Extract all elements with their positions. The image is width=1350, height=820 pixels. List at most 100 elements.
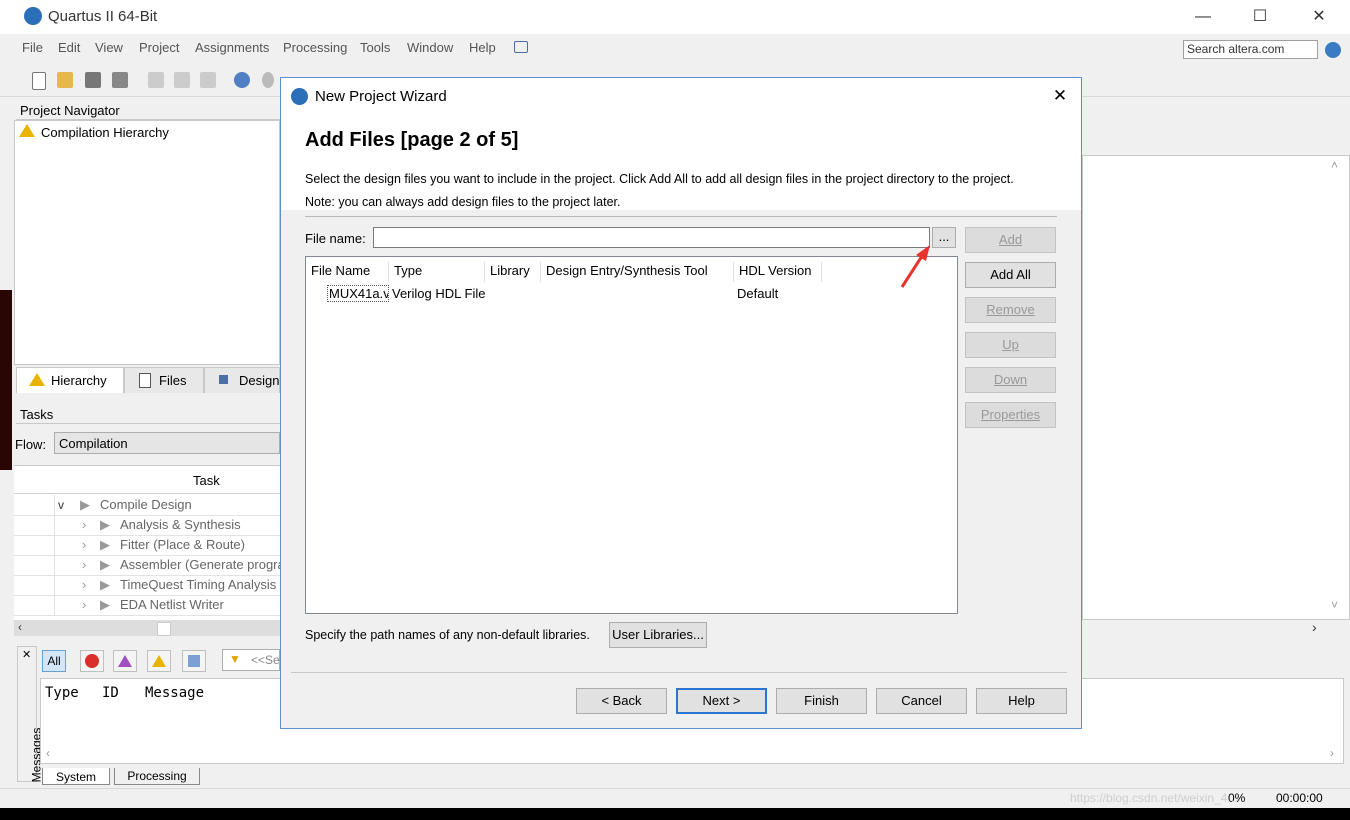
globe-icon[interactable] <box>1325 42 1341 58</box>
expand-chevron-icon[interactable]: › <box>82 515 86 535</box>
task-scrollbar[interactable] <box>14 620 280 636</box>
message-column-id: ID <box>102 685 119 701</box>
message-column-message: Message <box>145 685 205 701</box>
left-frame-edge <box>0 290 12 470</box>
message-column-type: Type <box>45 685 79 701</box>
paste-icon[interactable] <box>200 72 216 88</box>
scroll-left-icon[interactable]: ‹ <box>18 620 22 634</box>
col-hdl-version[interactable]: HDL Version <box>734 262 822 282</box>
properties-button[interactable]: Properties <box>965 402 1056 428</box>
maximize-button[interactable]: ☐ <box>1237 0 1283 34</box>
tab-processing[interactable]: Processing <box>114 768 200 785</box>
close-window-button[interactable]: ✕ <box>1296 0 1342 34</box>
search-input[interactable]: Search altera.com <box>1183 40 1318 59</box>
scroll-thumb[interactable] <box>157 622 171 636</box>
tab-label: Hierarchy <box>51 373 107 388</box>
user-libraries-button[interactable]: User Libraries... <box>609 622 707 648</box>
files-icon <box>139 373 151 388</box>
title-bar <box>0 0 1350 34</box>
expand-chevron-icon[interactable]: › <box>82 595 86 615</box>
redo-icon[interactable] <box>262 72 274 88</box>
expand-chevron-icon[interactable]: › <box>82 555 86 575</box>
save-all-icon[interactable] <box>112 72 128 88</box>
scroll-right-icon[interactable]: › <box>1312 619 1317 635</box>
copy-icon[interactable] <box>174 72 190 88</box>
scroll-up-icon[interactable]: ˄ <box>1331 158 1338 172</box>
cancel-button[interactable]: Cancel <box>876 688 967 714</box>
help-button[interactable]: Help <box>976 688 1067 714</box>
menu-help[interactable]: Help <box>469 40 496 55</box>
menu-assignments[interactable]: Assignments <box>195 40 269 55</box>
expand-chevron-icon[interactable]: › <box>82 575 86 595</box>
filter-error-icon[interactable] <box>80 650 104 672</box>
expand-chevron-icon[interactable]: › <box>82 535 86 555</box>
task-row-timequest[interactable]: › ▶ TimeQuest Timing Analysis <box>14 575 280 596</box>
dialog-close-button[interactable]: ✕ <box>1047 84 1073 108</box>
annotation-arrow <box>900 245 930 288</box>
collapse-chevron-icon[interactable]: v <box>58 495 64 515</box>
task-label: Analysis & Synthesis <box>120 517 241 532</box>
col-design-entry-tool[interactable]: Design Entry/Synthesis Tool <box>541 262 734 282</box>
play-icon[interactable]: ▶ <box>100 515 110 535</box>
tab-system[interactable]: System <box>42 768 110 785</box>
col-file-name[interactable]: File Name <box>306 262 389 282</box>
remove-button[interactable]: Remove <box>965 297 1056 323</box>
menu-tools[interactable]: Tools <box>360 40 390 55</box>
menu-file[interactable]: File <box>22 40 43 55</box>
filter-suppressed-icon[interactable] <box>182 650 206 672</box>
close-messages-icon[interactable]: ✕ <box>22 648 31 661</box>
play-icon[interactable]: ▶ <box>80 495 90 515</box>
minimize-button[interactable]: — <box>1180 0 1226 34</box>
up-button[interactable]: Up <box>965 332 1056 358</box>
table-row[interactable]: MUX41a.v Verilog HDL File Default <box>306 283 957 305</box>
filter-warning-icon[interactable] <box>147 650 171 672</box>
new-file-icon[interactable] <box>32 72 46 90</box>
play-icon[interactable]: ▶ <box>100 555 110 575</box>
play-icon[interactable]: ▶ <box>100 595 110 615</box>
tab-label: Design <box>239 373 280 388</box>
menu-edit[interactable]: Edit <box>58 40 80 55</box>
tab-files[interactable]: Files <box>124 367 204 393</box>
task-row-eda-netlist[interactable]: › ▶ EDA Netlist Writer <box>14 595 280 616</box>
filter-all-button[interactable]: All <box>42 650 66 672</box>
finish-button[interactable]: Finish <box>776 688 867 714</box>
cut-icon[interactable] <box>148 72 164 88</box>
next-button[interactable]: Next > <box>676 688 767 714</box>
messages-scroll-right-icon[interactable]: › <box>1330 746 1334 760</box>
row-type: Verilog HDL File <box>392 286 486 301</box>
files-table: File Name Type Library Design Entry/Synt… <box>305 256 958 614</box>
file-name-input[interactable] <box>373 227 930 248</box>
menu-processing[interactable]: Processing <box>283 40 347 55</box>
warning-icon <box>19 124 35 137</box>
help-chat-icon[interactable] <box>514 41 528 53</box>
message-search-input[interactable]: ▼ <<Se <box>222 649 280 671</box>
compilation-hierarchy-item[interactable]: Compilation Hierarchy <box>41 125 169 140</box>
task-row-fitter[interactable]: › ▶ Fitter (Place & Route) <box>14 535 280 556</box>
task-row-compile-design[interactable]: v ▶ Compile Design <box>14 495 280 516</box>
menu-project[interactable]: Project <box>139 40 179 55</box>
open-folder-icon[interactable] <box>57 72 73 88</box>
undo-icon[interactable] <box>234 72 250 88</box>
task-row-assembler[interactable]: › ▶ Assembler (Generate progra <box>14 555 280 576</box>
menu-window[interactable]: Window <box>407 40 453 55</box>
bottom-frame <box>0 808 1350 820</box>
tab-design[interactable]: Design <box>204 367 280 393</box>
add-all-button[interactable]: Add All <box>965 262 1056 288</box>
play-icon[interactable]: ▶ <box>100 575 110 595</box>
menu-view[interactable]: View <box>95 40 123 55</box>
scroll-down-icon[interactable]: ˅ <box>1331 598 1338 612</box>
save-icon[interactable] <box>85 72 101 88</box>
task-row-analysis-synthesis[interactable]: › ▶ Analysis & Synthesis <box>14 515 280 536</box>
filter-critical-icon[interactable] <box>113 650 137 672</box>
flow-select[interactable]: Compilation <box>54 432 280 454</box>
back-button[interactable]: < Back <box>576 688 667 714</box>
add-button[interactable]: Add <box>965 227 1056 253</box>
col-library[interactable]: Library <box>485 262 541 282</box>
play-icon[interactable]: ▶ <box>100 535 110 555</box>
messages-scroll-left-icon[interactable]: ‹ <box>46 746 50 760</box>
dialog-logo-icon <box>291 88 308 105</box>
col-type[interactable]: Type <box>389 262 485 282</box>
row-hdl-version: Default <box>737 286 779 301</box>
dialog-heading: Add Files [page 2 of 5] <box>305 129 519 151</box>
down-button[interactable]: Down <box>965 367 1056 393</box>
